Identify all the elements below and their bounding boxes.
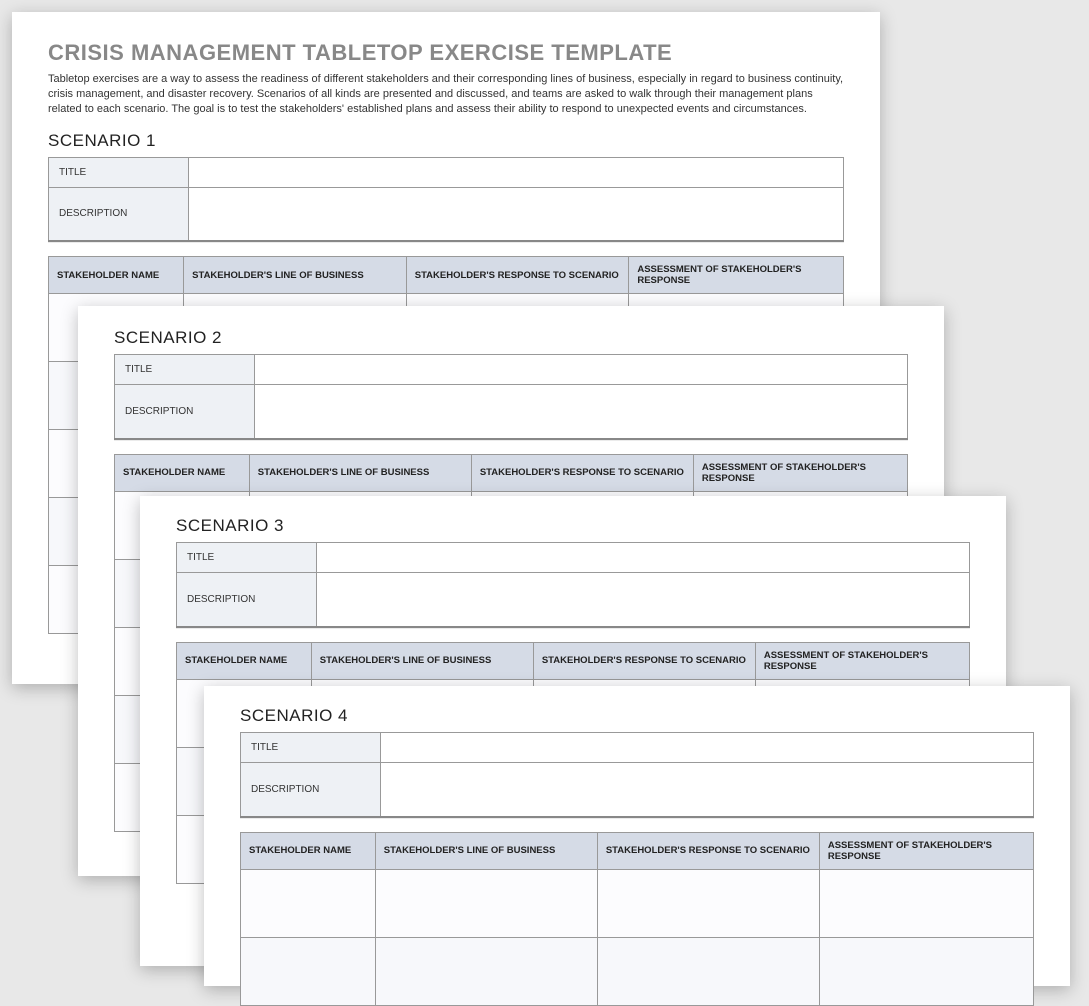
title-label: TITLE [115, 355, 255, 385]
description-label: DESCRIPTION [115, 385, 255, 439]
cell[interactable] [597, 869, 819, 937]
description-value[interactable] [189, 187, 844, 241]
scenario-1-heading: SCENARIO 1 [48, 131, 844, 151]
description-label: DESCRIPTION [177, 573, 317, 627]
scenario-1-info-table: TITLE DESCRIPTION [48, 157, 844, 243]
title-value[interactable] [189, 157, 844, 187]
title-value[interactable] [255, 355, 908, 385]
cell[interactable] [819, 937, 1033, 1005]
col-response: STAKEHOLDER'S RESPONSE TO SCENARIO [597, 832, 819, 869]
title-label: TITLE [177, 543, 317, 573]
description-label: DESCRIPTION [49, 187, 189, 241]
scenario-4-stakeholder-table: STAKEHOLDER NAME STAKEHOLDER'S LINE OF B… [240, 832, 1034, 1006]
description-label: DESCRIPTION [241, 763, 381, 817]
cell[interactable] [375, 869, 597, 937]
table-row: DESCRIPTION [115, 385, 908, 439]
cell[interactable] [597, 937, 819, 1005]
table-row [241, 869, 1034, 937]
col-stakeholder-name: STAKEHOLDER NAME [115, 454, 250, 491]
table-row: DESCRIPTION [177, 573, 970, 627]
scenario-3-heading: SCENARIO 3 [176, 516, 970, 536]
col-line-of-business: STAKEHOLDER'S LINE OF BUSINESS [375, 832, 597, 869]
scenario-3-info-table: TITLE DESCRIPTION [176, 542, 970, 628]
table-row [241, 937, 1034, 1005]
table-row: TITLE [177, 543, 970, 573]
col-response: STAKEHOLDER'S RESPONSE TO SCENARIO [533, 642, 755, 679]
table-row: DESCRIPTION [241, 763, 1034, 817]
col-line-of-business: STAKEHOLDER'S LINE OF BUSINESS [249, 454, 471, 491]
col-stakeholder-name: STAKEHOLDER NAME [241, 832, 376, 869]
document-intro: Tabletop exercises are a way to assess t… [48, 72, 844, 117]
col-line-of-business: STAKEHOLDER'S LINE OF BUSINESS [311, 642, 533, 679]
document-title: CRISIS MANAGEMENT TABLETOP EXERCISE TEMP… [48, 40, 844, 66]
title-value[interactable] [317, 543, 970, 573]
scenario-4-heading: SCENARIO 4 [240, 706, 1034, 726]
table-row: TITLE [241, 733, 1034, 763]
cell[interactable] [375, 937, 597, 1005]
description-value[interactable] [317, 573, 970, 627]
col-response: STAKEHOLDER'S RESPONSE TO SCENARIO [406, 257, 629, 294]
table-row: TITLE [49, 157, 844, 187]
table-header-row: STAKEHOLDER NAME STAKEHOLDER'S LINE OF B… [49, 257, 844, 294]
col-stakeholder-name: STAKEHOLDER NAME [49, 257, 184, 294]
table-row: DESCRIPTION [49, 187, 844, 241]
col-line-of-business: STAKEHOLDER'S LINE OF BUSINESS [184, 257, 407, 294]
cell[interactable] [819, 869, 1033, 937]
description-value[interactable] [381, 763, 1034, 817]
template-page-4: SCENARIO 4 TITLE DESCRIPTION STAKEHOLDER… [204, 686, 1070, 986]
scenario-2-info-table: TITLE DESCRIPTION [114, 354, 908, 440]
table-header-row: STAKEHOLDER NAME STAKEHOLDER'S LINE OF B… [241, 832, 1034, 869]
col-assessment: ASSESSMENT OF STAKEHOLDER'S RESPONSE [819, 832, 1033, 869]
title-label: TITLE [49, 157, 189, 187]
col-assessment: ASSESSMENT OF STAKEHOLDER'S RESPONSE [629, 257, 844, 294]
scenario-2-heading: SCENARIO 2 [114, 328, 908, 348]
title-label: TITLE [241, 733, 381, 763]
table-header-row: STAKEHOLDER NAME STAKEHOLDER'S LINE OF B… [177, 642, 970, 679]
col-assessment: ASSESSMENT OF STAKEHOLDER'S RESPONSE [693, 454, 907, 491]
table-header-row: STAKEHOLDER NAME STAKEHOLDER'S LINE OF B… [115, 454, 908, 491]
cell[interactable] [241, 937, 376, 1005]
scenario-4-info-table: TITLE DESCRIPTION [240, 732, 1034, 818]
col-stakeholder-name: STAKEHOLDER NAME [177, 642, 312, 679]
cell[interactable] [241, 869, 376, 937]
col-response: STAKEHOLDER'S RESPONSE TO SCENARIO [471, 454, 693, 491]
col-assessment: ASSESSMENT OF STAKEHOLDER'S RESPONSE [755, 642, 969, 679]
description-value[interactable] [255, 385, 908, 439]
title-value[interactable] [381, 733, 1034, 763]
table-row: TITLE [115, 355, 908, 385]
